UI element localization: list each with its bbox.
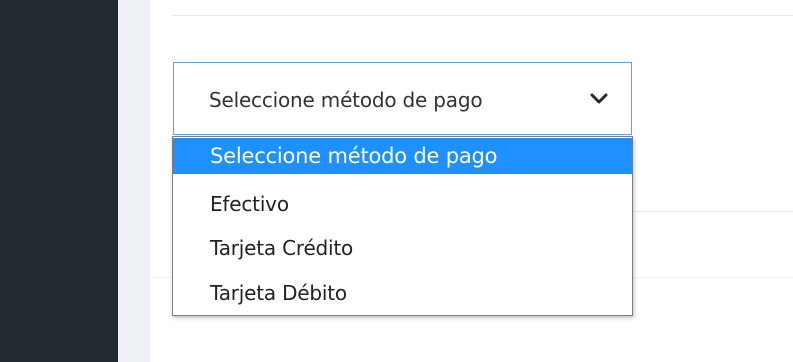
chevron-down-icon	[590, 93, 608, 104]
payment-method-select-value: Seleccione método de pago	[209, 88, 483, 112]
sidebar	[0, 0, 118, 362]
option-seleccione[interactable]: Seleccione método de pago	[173, 138, 632, 174]
option-tarjeta-credito[interactable]: Tarjeta Crédito	[173, 231, 632, 265]
payment-method-select[interactable]: Seleccione método de pago	[173, 62, 632, 135]
option-tarjeta-debito[interactable]: Tarjeta Débito	[173, 276, 632, 310]
option-efectivo[interactable]: Efectivo	[173, 187, 632, 221]
sidebar-gutter	[118, 0, 150, 362]
payment-method-options: Seleccione método de pago Efectivo Tarje…	[172, 136, 633, 316]
divider-top	[172, 15, 793, 16]
divider-middle	[632, 211, 793, 212]
